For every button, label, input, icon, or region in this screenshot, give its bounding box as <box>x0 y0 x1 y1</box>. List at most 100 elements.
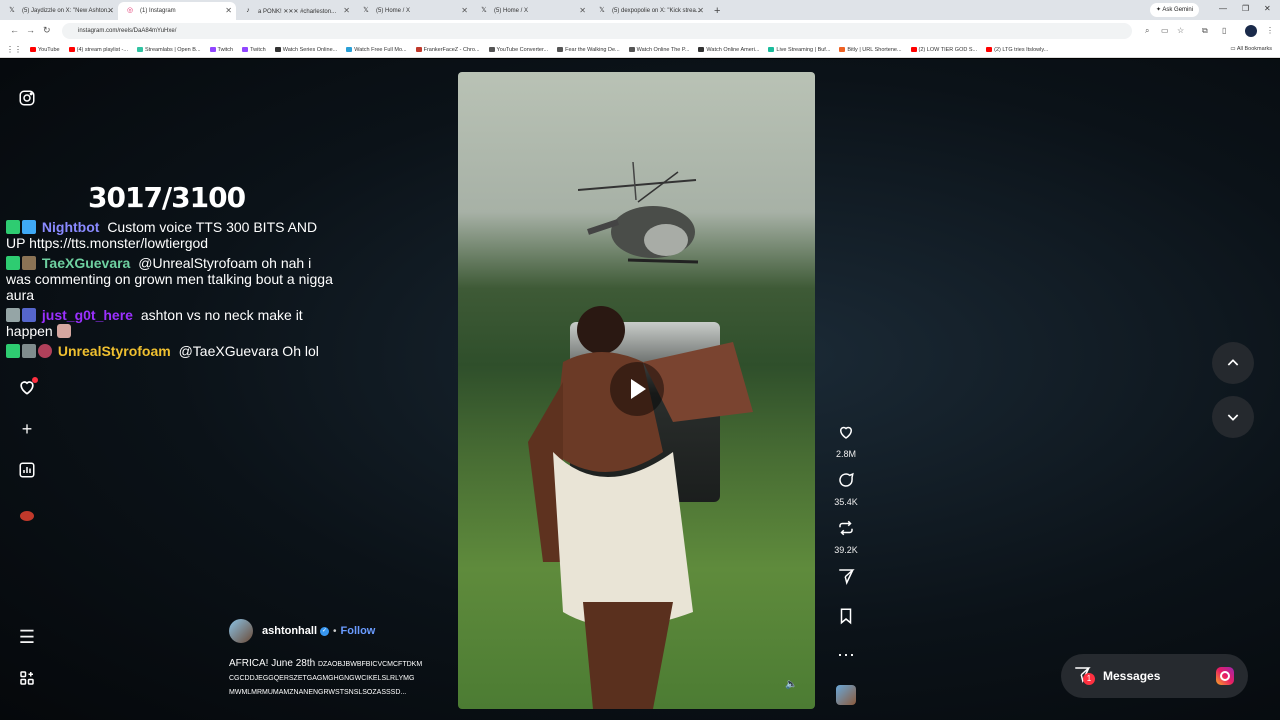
save-action[interactable] <box>826 607 866 629</box>
more-action[interactable]: ⋯ <box>826 645 866 665</box>
reel-caption[interactable]: AFRICA! June 28th DZAOBJBWBFBICVCMCFTDKM… <box>229 657 439 699</box>
instagram-app-icon <box>1216 667 1234 685</box>
profile-avatar[interactable] <box>1245 25 1257 37</box>
next-reel-button[interactable] <box>1212 396 1254 438</box>
extensions-icon[interactable]: ⧉ <box>1202 26 1208 36</box>
bookmark-item[interactable]: Twitch <box>242 47 266 53</box>
browser-menu-icon[interactable]: ⋮ <box>1266 26 1274 35</box>
close-tab-icon[interactable]: ✕ <box>697 6 704 15</box>
bookmarks-bar: ⋮⋮ YouTube (4) stream playlist -... Stre… <box>0 42 1280 58</box>
play-button[interactable] <box>610 362 664 416</box>
notifications-heart-icon[interactable] <box>17 377 38 397</box>
comment-action[interactable]: 35.4K <box>826 471 866 507</box>
user-badge-icon <box>22 344 36 358</box>
more-apps-icon[interactable] <box>17 669 37 689</box>
author-username[interactable]: ashtonhall <box>262 625 317 637</box>
chat-box: Nightbot Custom voice TTS 300 BITS AND U… <box>6 219 336 363</box>
browser-tab[interactable]: 𝕏 (5) dexpopolie on X: "Kick strea... ✕ <box>590 2 708 20</box>
bookmark-item[interactable]: Twitch <box>209 46 234 53</box>
url-field[interactable]: instagram.com/reels/DaA84mYuHxe/ <box>62 23 1132 39</box>
cast-icon[interactable]: ▭ <box>1161 26 1169 35</box>
repost-icon[interactable] <box>826 519 866 541</box>
bookmark-label: Twitch <box>250 46 266 53</box>
chat-message: just_g0t_here ashton vs no neck make it … <box>6 307 336 339</box>
tab-label: (5) Home / X <box>494 8 529 14</box>
bookmark-item[interactable]: YouTube <box>30 47 60 53</box>
bookmark-item[interactable]: Watch Free Full Mo... <box>346 47 407 53</box>
bookmark-label: Watch Online The P... <box>636 46 690 53</box>
bookmark-item[interactable]: Watch Online Ameri... <box>698 47 759 53</box>
chat-text: @TaeXGuevara Oh lol <box>178 343 319 359</box>
browser-tab[interactable]: 𝕏 (5) Home / X ✕ <box>354 2 472 20</box>
bookmark-item[interactable]: Bitly | URL Shortene... <box>839 47 902 53</box>
heart-icon[interactable] <box>826 423 866 445</box>
messages-button[interactable]: 1 Messages <box>1061 654 1248 698</box>
bookmark-item[interactable]: Watch Online The P... <box>628 46 690 53</box>
separator-dot: • <box>333 625 337 637</box>
close-tab-icon[interactable]: ✕ <box>579 6 586 15</box>
bookmark-item[interactable]: FrankerFaceZ - Chro... <box>415 47 480 53</box>
dashboard-icon[interactable] <box>17 461 37 481</box>
bookmark-favicon <box>274 47 281 52</box>
bookmark-star-icon[interactable]: ☆ <box>1177 26 1184 35</box>
previous-reel-button[interactable] <box>1212 342 1254 384</box>
close-tab-icon[interactable]: ✕ <box>343 6 350 15</box>
send-icon[interactable] <box>826 567 866 589</box>
apps-icon[interactable]: ⋮⋮ <box>6 45 22 54</box>
bookmark-label: Live Streaming | Buf... <box>776 46 831 53</box>
goal-counter: 3017/3100 <box>88 181 246 214</box>
bookmark-label: Watch Online Ameri... <box>706 46 760 53</box>
browser-tab[interactable]: 𝕏 (5) Home / X ✕ <box>472 2 590 20</box>
chat-username: Nightbot <box>41 219 100 235</box>
chat-username: TaeXGuevara <box>41 255 131 271</box>
menu-hamburger-icon[interactable]: ☰ <box>17 627 37 647</box>
zoom-icon[interactable]: ⌕ <box>1145 26 1149 36</box>
bookmark-favicon <box>628 47 635 52</box>
browser-tab[interactable]: ♪ a PONK! ✕✕✕ #charleston... ✕ <box>236 2 354 20</box>
comment-icon[interactable] <box>826 471 866 493</box>
repost-action[interactable]: 39.2K <box>826 519 866 555</box>
new-tab-icon[interactable]: + <box>714 2 720 20</box>
bookmark-item[interactable]: Streamlabs | Open B... <box>136 47 201 53</box>
close-tab-icon[interactable]: ✕ <box>225 6 232 15</box>
browser-tab[interactable]: 𝕏 (5) Jaydizzle on X: "New Ashton... ✕ <box>0 2 118 20</box>
tab-label: (5) dexpopolie on X: "Kick strea... <box>612 8 701 14</box>
close-tab-icon[interactable]: ✕ <box>107 6 114 15</box>
reload-icon[interactable]: ↻ <box>43 25 51 36</box>
back-icon[interactable]: ← <box>10 25 19 35</box>
author-avatar[interactable] <box>229 619 253 643</box>
bookmark-item[interactable]: (2) LOW TIER GOD S... <box>910 47 977 53</box>
runner-image <box>528 306 753 709</box>
browser-tab-active[interactable]: ◎ (1) Instagram ✕ <box>118 2 236 20</box>
bookmark-label: Twitch <box>217 46 234 53</box>
bookmark-icon[interactable] <box>826 607 866 629</box>
bookmark-item[interactable]: Watch Series Online... <box>274 47 337 53</box>
close-window-icon[interactable]: ✕ <box>1264 4 1271 13</box>
tab-label: (5) Jaydizzle on X: "New Ashton... <box>22 8 113 14</box>
mute-icon[interactable]: 🔈 <box>785 679 797 690</box>
reel-video[interactable]: 🔈 <box>458 72 815 709</box>
bookmark-label: YouTube Converter... <box>496 46 549 53</box>
minimize-icon[interactable]: — <box>1219 4 1227 13</box>
bookmark-item[interactable]: Live Streaming | Buf... <box>768 47 830 53</box>
bookmark-item[interactable]: YouTube Converter... <box>488 46 549 53</box>
restore-icon[interactable]: ❐ <box>1242 4 1249 13</box>
create-plus-icon[interactable]: + <box>17 419 37 439</box>
more-dots-icon[interactable]: ⋯ <box>826 645 866 665</box>
forward-icon[interactable]: → <box>26 25 35 35</box>
bookmark-item[interactable]: (4) stream playlist -... <box>68 47 128 53</box>
sidepanel-icon[interactable]: ▯ <box>1222 26 1226 35</box>
close-tab-icon[interactable]: ✕ <box>461 6 468 15</box>
bookmark-favicon <box>839 47 846 52</box>
follow-button[interactable]: Follow <box>341 625 376 637</box>
bookmark-favicon <box>209 47 216 52</box>
bookmark-item[interactable]: Fear the Walking De... <box>557 47 620 53</box>
profile-avatar-icon[interactable] <box>17 505 37 525</box>
all-bookmarks-button[interactable]: ▭ All Bookmarks <box>1230 46 1272 52</box>
bookmark-item[interactable]: (2) LTG tries Itslowly... <box>986 47 1048 53</box>
instagram-logo-icon[interactable] <box>17 89 37 109</box>
like-action[interactable]: 2.8M <box>826 423 866 459</box>
share-action[interactable] <box>826 567 866 589</box>
audio-thumbnail[interactable] <box>836 685 856 705</box>
ask-gemini-button[interactable]: ✦ Ask Gemini <box>1150 3 1200 17</box>
